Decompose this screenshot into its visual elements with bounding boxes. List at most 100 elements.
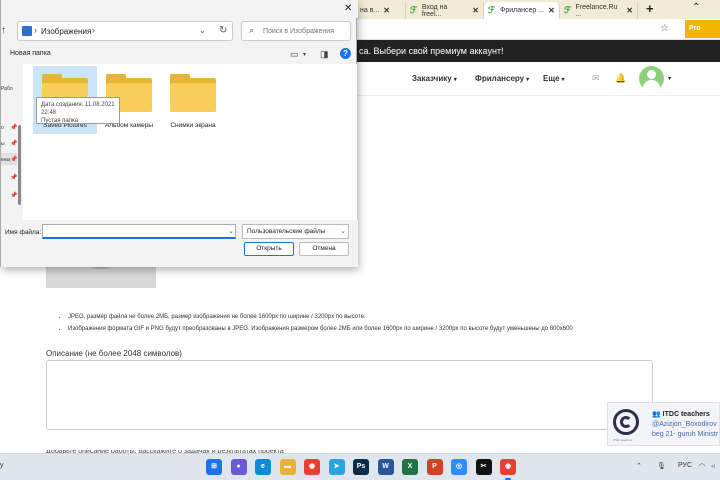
address-bar[interactable]: ☆ Pro — [355, 19, 720, 40]
chat-icon[interactable]: ● — [230, 459, 247, 475]
telegram-icon[interactable]: ➤ — [328, 459, 345, 475]
path-bar[interactable]: › Изображения › ⌄ ↻ — [17, 21, 233, 41]
open-button[interactable]: Открыть — [244, 242, 294, 256]
nav-item[interactable]: ы — [1, 141, 5, 147]
notification-line: @Azizjon_Boxodirov — [652, 421, 717, 428]
promo-banner[interactable]: са. Выбери свой премиум аккаунт! — [355, 40, 720, 62]
pin-icon: 📌 — [10, 157, 18, 163]
nav-item[interactable]: Рабо — [1, 86, 13, 92]
chevron-right-icon: › — [34, 25, 37, 35]
pro-button[interactable]: Pro — [685, 20, 720, 38]
telegram-notification[interactable]: ITDC teachers 👥 ITDC teachers @Azizjon_B… — [607, 402, 720, 446]
chevron-down-icon[interactable]: ▾ — [303, 51, 306, 58]
chevron-right-icon[interactable]: › — [92, 25, 95, 35]
folder-icon — [170, 74, 216, 112]
chevron-down-icon: ▾ — [561, 77, 565, 83]
pictures-icon — [22, 26, 32, 36]
browser-tab[interactable]: ℱ Freelance.Ru ... ✕ — [560, 2, 638, 19]
taskbar: y ⊞ ● e ▬ ◉ ➤ Ps W X P ◎ ✂ ◉ ⌃ 🎙 РУС ◠ ◃ — [0, 453, 720, 480]
file-type-select[interactable]: Пользовательские файлы ⌄ — [242, 224, 349, 239]
dialog-titlebar: ✕ — [1, 0, 358, 18]
chevron-down-icon: ▾ — [526, 77, 530, 83]
mail-icon[interactable]: ✉ — [592, 73, 600, 84]
chrome-icon[interactable]: ◉ — [304, 459, 320, 475]
wifi-icon[interactable]: ◠ — [699, 462, 705, 470]
close-tab-icon[interactable]: ✕ — [626, 6, 633, 15]
nav-more-link[interactable]: Еще ▾ — [543, 74, 565, 83]
folder-item[interactable]: Снимки экрана — [161, 66, 225, 134]
search-input[interactable]: ⌕ Поиск в Изображения — [241, 21, 351, 41]
taskbar-left-text: y — [0, 462, 4, 469]
explorer-icon[interactable]: ▬ — [279, 459, 296, 475]
refresh-icon[interactable]: ↻ — [219, 25, 227, 36]
up-arrow-icon[interactable]: ↑ — [1, 25, 6, 36]
chrome-2-icon[interactable]: ◉ — [500, 459, 516, 480]
pin-icon: 📌 — [10, 141, 18, 147]
view-options-icon[interactable]: ▭ — [290, 49, 299, 60]
file-open-dialog: ✕ ↑ › Изображения › ⌄ ↻ ⌕ Поиск в Изобра… — [0, 0, 358, 267]
filename-label: Имя файла: — [5, 229, 42, 236]
nav-scrollbar[interactable] — [18, 125, 21, 205]
user-icon — [647, 70, 656, 79]
chevron-down-icon[interactable]: ▾ — [668, 75, 671, 82]
photoshop-icon[interactable]: Ps — [353, 459, 369, 475]
dialog-toolbar: Новая папка ▭ ▾ ◨ ? — [1, 44, 358, 64]
help-icon[interactable]: ? — [340, 48, 351, 59]
tab-label: Фрилансер ... — [500, 7, 545, 14]
chevron-down-icon: ▾ — [453, 77, 457, 83]
word-icon[interactable]: W — [377, 459, 394, 475]
tooltip-line: Дата создания: 11.08.2021 22:48 — [41, 102, 115, 116]
nav-item[interactable]: ены — [1, 157, 10, 163]
search-placeholder: Поиск в Изображения — [263, 28, 334, 35]
dialog-footer: Имя файла: ⌄ Пользовательские файлы ⌄ От… — [1, 220, 358, 267]
chevron-down-icon[interactable]: ⌄ — [199, 26, 206, 35]
edge-icon[interactable]: e — [255, 459, 271, 475]
browser-tab-active[interactable]: ℱ Фрилансер ... ✕ — [484, 2, 560, 19]
file-list: Saved Pictures Альбом камеры Снимки экра… — [23, 64, 357, 220]
close-tab-icon[interactable]: ✕ — [548, 6, 555, 15]
close-tab-icon[interactable]: ✕ — [383, 6, 390, 15]
avatar[interactable] — [639, 66, 664, 91]
pin-icon: 📌 — [10, 193, 18, 199]
tab-label: Freelance.Ru ... — [575, 3, 618, 18]
microphone-icon[interactable]: 🎙 — [657, 462, 666, 470]
tooltip-line: Пустая папка — [41, 118, 79, 124]
chevron-up-icon[interactable]: ⌃ — [692, 2, 700, 13]
breadcrumb[interactable]: Изображения — [41, 27, 91, 36]
nav-freelancer-link[interactable]: Фрилансеру ▾ — [475, 74, 529, 83]
nav-client-link[interactable]: Заказчику ▾ — [412, 74, 457, 83]
filename-input[interactable]: ⌄ — [42, 224, 236, 239]
chevron-down-icon[interactable]: ⌄ — [228, 227, 234, 235]
new-folder-button[interactable]: Новая папка — [10, 50, 51, 57]
notification-title: 👥 ITDC teachers — [652, 411, 710, 418]
folder-name: Снимки экрана — [170, 122, 216, 129]
rule-item: Изображения формата GIF и PNG будут прео… — [68, 323, 573, 335]
promo-text: са. Выбери свой премиум аккаунт! — [359, 46, 504, 56]
zoom-icon[interactable]: ◎ — [451, 459, 467, 475]
pin-icon: 📌 — [10, 175, 18, 181]
description-textarea[interactable] — [46, 360, 653, 430]
search-icon: ⌕ — [249, 25, 255, 35]
start-icon[interactable]: ⊞ — [206, 459, 222, 475]
new-tab-button[interactable]: + — [646, 1, 654, 16]
close-icon[interactable]: ✕ — [344, 3, 352, 14]
file-type-value: Пользовательские файлы — [247, 228, 326, 235]
volume-icon[interactable]: ◃ — [711, 462, 715, 470]
nav-item[interactable]: о — [1, 125, 4, 131]
itdc-logo-icon — [613, 409, 639, 435]
site-nav: Заказчику ▾ Фрилансеру ▾ Еще ▾ ✉ 🔔 ▾ — [355, 62, 720, 96]
star-icon[interactable]: ☆ — [660, 23, 669, 34]
close-tab-icon[interactable]: ✕ — [472, 6, 479, 15]
upload-rules: JPEG, размер файла не более 2МБ, размер … — [68, 311, 573, 335]
powerpoint-icon[interactable]: P — [426, 459, 443, 475]
notification-line: beg 21- guruh Ministr — [652, 431, 719, 438]
preview-pane-icon[interactable]: ◨ — [320, 49, 329, 60]
excel-icon[interactable]: X — [402, 459, 418, 475]
language-indicator[interactable]: РУС — [678, 462, 692, 469]
cancel-button[interactable]: Отмена — [299, 242, 349, 256]
capcut-icon[interactable]: ✂ — [475, 459, 492, 475]
browser-tab[interactable]: ℱ Вход на freel... ✕ — [406, 2, 484, 19]
bell-icon[interactable]: 🔔 — [615, 73, 626, 84]
rule-item: JPEG, размер файла не более 2МБ, размер … — [68, 311, 573, 323]
tray-chevron-icon[interactable]: ⌃ — [636, 462, 642, 470]
